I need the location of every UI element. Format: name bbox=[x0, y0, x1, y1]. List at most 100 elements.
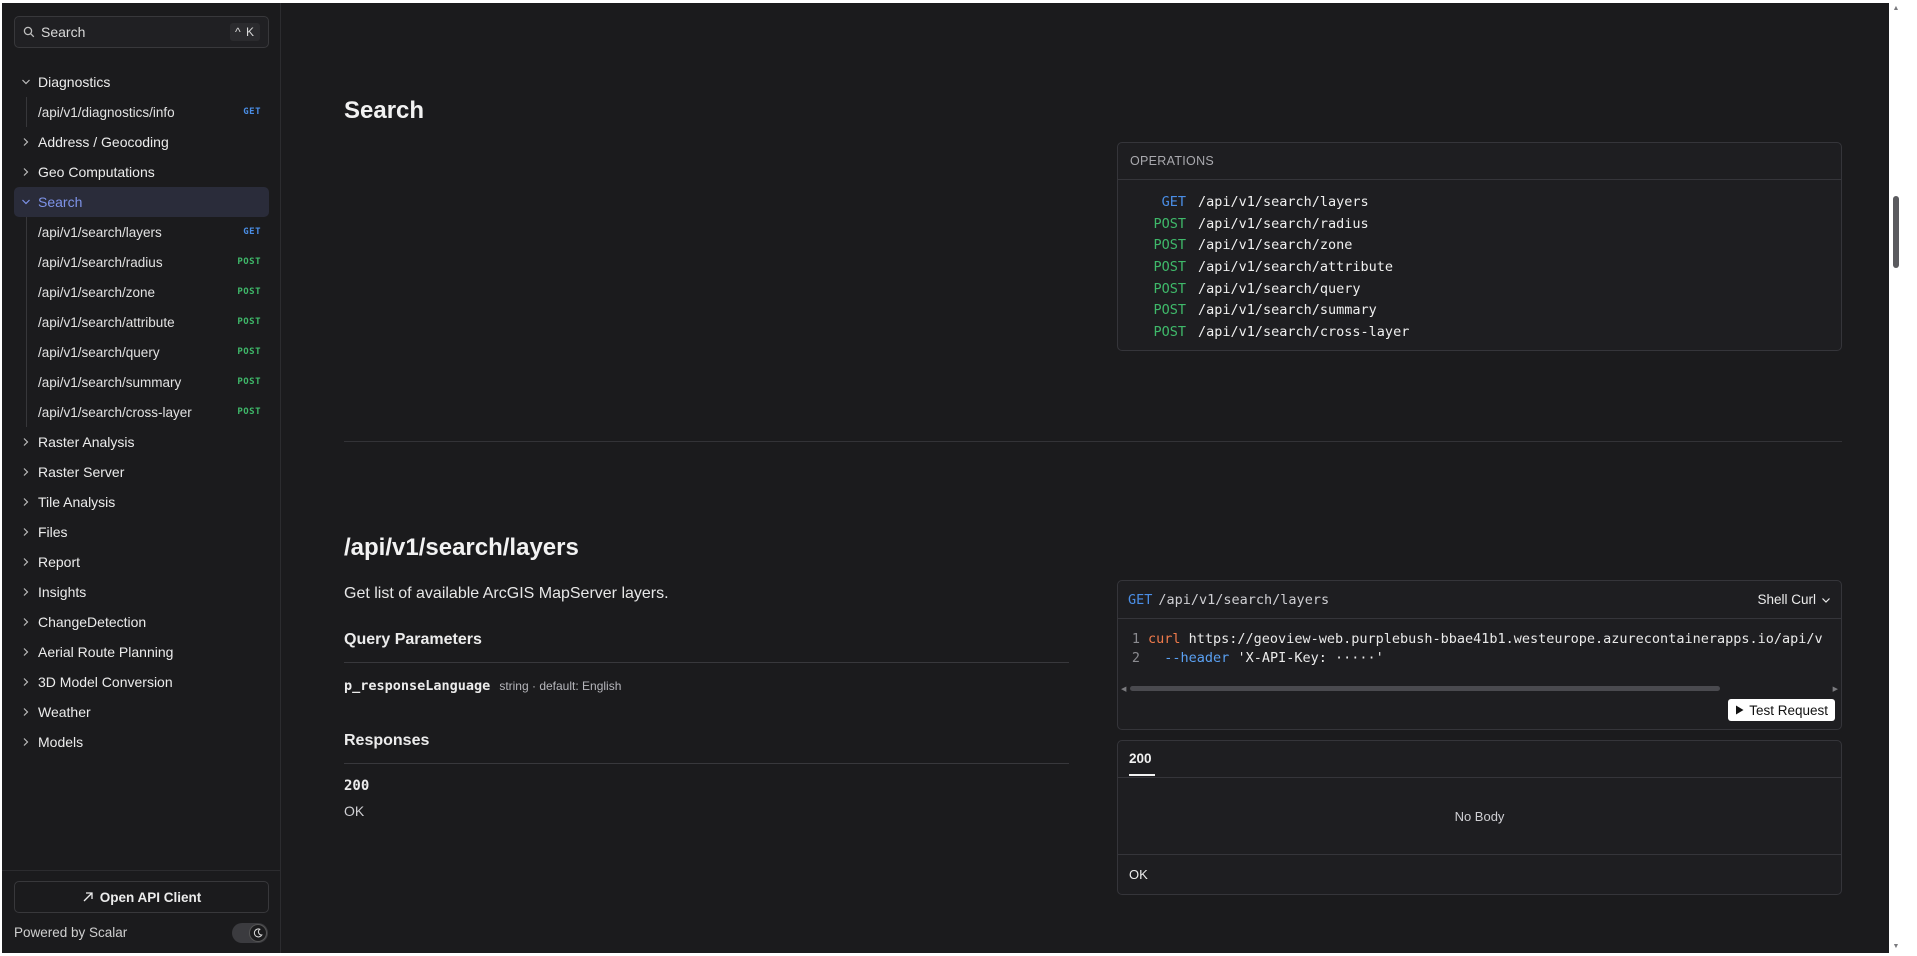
sidebar-endpoint-item[interactable]: /api/v1/search/attribute POST bbox=[14, 307, 269, 337]
operation-row[interactable]: POST/api/v1/search/radius bbox=[1118, 213, 1841, 235]
tab-200[interactable]: 200 bbox=[1129, 751, 1152, 766]
sidebar: Search ^ K Diagnostics/api/v1/diagnostic… bbox=[2, 3, 281, 953]
app-window: Search ^ K Diagnostics/api/v1/diagnostic… bbox=[2, 3, 1903, 953]
scroll-left-icon[interactable]: ◀ bbox=[1121, 685, 1126, 693]
operation-row[interactable]: GET/api/v1/search/layers bbox=[1118, 191, 1841, 213]
sidebar-section-label: Insights bbox=[38, 584, 87, 600]
sidebar-section-geo-computations[interactable]: Geo Computations bbox=[14, 157, 269, 187]
chevron-right-icon bbox=[20, 166, 32, 178]
operation-method: POST bbox=[1153, 323, 1186, 340]
request-method: GET bbox=[1128, 591, 1153, 608]
sidebar-section-insights[interactable]: Insights bbox=[14, 577, 269, 607]
sidebar-endpoint-item[interactable]: /api/v1/search/summary POST bbox=[14, 367, 269, 397]
sidebar-section-label: Raster Analysis bbox=[38, 434, 135, 450]
sidebar-endpoint-item[interactable]: /api/v1/search/radius POST bbox=[14, 247, 269, 277]
section-title: Search bbox=[344, 97, 425, 124]
sidebar-endpoint-path: /api/v1/search/summary bbox=[38, 374, 182, 390]
sidebar-section-models[interactable]: Models bbox=[14, 727, 269, 757]
sidebar-section-aerial-route-planning[interactable]: Aerial Route Planning bbox=[14, 637, 269, 667]
operation-path: /api/v1/search/summary bbox=[1198, 302, 1377, 319]
sidebar-endpoint-item[interactable]: /api/v1/search/layers GET bbox=[14, 217, 269, 247]
response-status-text: OK bbox=[344, 803, 365, 819]
vertical-scrollbar[interactable]: ▲ ▼ bbox=[1889, 3, 1903, 953]
chevron-right-icon bbox=[20, 526, 32, 538]
sidebar-endpoint-path: /api/v1/search/query bbox=[38, 344, 160, 360]
response-footer: OK bbox=[1129, 867, 1148, 882]
test-request-button[interactable]: Test Request bbox=[1728, 699, 1835, 721]
search-placeholder: Search bbox=[41, 24, 86, 40]
chevron-right-icon bbox=[20, 736, 32, 748]
chevron-right-icon bbox=[20, 496, 32, 508]
operation-row[interactable]: POST/api/v1/search/cross-layer bbox=[1118, 321, 1841, 343]
powered-by-scalar: Powered by Scalar bbox=[14, 925, 128, 940]
sidebar-sublist: /api/v1/diagnostics/info GET bbox=[14, 97, 269, 127]
sidebar-section-address-geocoding[interactable]: Address / Geocoding bbox=[14, 127, 269, 157]
sidebar-section-changedetection[interactable]: ChangeDetection bbox=[14, 607, 269, 637]
section-divider bbox=[344, 441, 1842, 442]
sidebar-endpoint-item[interactable]: /api/v1/search/query POST bbox=[14, 337, 269, 367]
sidebar-section-label: Models bbox=[38, 734, 84, 750]
operation-row[interactable]: POST/api/v1/search/query bbox=[1118, 278, 1841, 300]
active-tab-indicator bbox=[1129, 774, 1155, 776]
line-number: 1 bbox=[1131, 631, 1140, 647]
sidebar-endpoint-item[interactable]: /api/v1/search/zone POST bbox=[14, 277, 269, 307]
code-url: https://geoview-web.purplebush-bbae41b1.… bbox=[1188, 631, 1823, 647]
vertical-scrollbar-thumb[interactable] bbox=[1893, 196, 1899, 268]
sidebar-section-weather[interactable]: Weather bbox=[14, 697, 269, 727]
open-api-client-label: Open API Client bbox=[99, 889, 202, 905]
param-meta: string · default: English bbox=[499, 679, 622, 693]
method-badge: POST bbox=[237, 287, 261, 297]
sidebar-endpoint-path: /api/v1/search/cross-layer bbox=[38, 404, 192, 420]
sidebar-section-raster-analysis[interactable]: Raster Analysis bbox=[14, 427, 269, 457]
sidebar-sublist: /api/v1/search/layers GET/api/v1/search/r… bbox=[14, 217, 269, 427]
code-line: 1 curl https://geoview-web.purplebush-bb… bbox=[1118, 631, 1841, 650]
sidebar-section-label: Report bbox=[38, 554, 81, 570]
sidebar-section-raster-server[interactable]: Raster Server bbox=[14, 457, 269, 487]
operation-method: POST bbox=[1153, 237, 1186, 254]
code-line: 2 --header 'X-API-Key: ·····' bbox=[1118, 650, 1841, 669]
moon-icon bbox=[249, 924, 267, 942]
response-tabs: 200 bbox=[1118, 741, 1841, 778]
sidebar-endpoint-item[interactable]: /api/v1/search/cross-layer POST bbox=[14, 397, 269, 427]
scroll-down-icon[interactable]: ▼ bbox=[1892, 943, 1900, 951]
operation-path: /api/v1/search/radius bbox=[1198, 215, 1369, 232]
chevron-down-icon bbox=[20, 76, 32, 88]
code-snippet[interactable]: 1 curl https://geoview-web.purplebush-bb… bbox=[1118, 619, 1841, 669]
sidebar-section-search[interactable]: Search bbox=[14, 187, 269, 217]
operation-method: GET bbox=[1161, 193, 1186, 210]
scroll-right-icon[interactable]: ▶ bbox=[1833, 685, 1838, 693]
sidebar-section-files[interactable]: Files bbox=[14, 517, 269, 547]
responses-rule bbox=[344, 763, 1069, 764]
request-path: /api/v1/search/layers bbox=[1158, 591, 1330, 608]
chevron-right-icon bbox=[20, 136, 32, 148]
sidebar-endpoint-path: /api/v1/search/zone bbox=[38, 284, 156, 300]
code-flag: --header bbox=[1164, 650, 1230, 666]
operation-path: /api/v1/search/zone bbox=[1198, 237, 1353, 254]
chevron-right-icon bbox=[20, 646, 32, 658]
sidebar-section-label: Geo Computations bbox=[38, 164, 155, 180]
language-selector[interactable]: Shell Curl bbox=[1757, 592, 1831, 607]
open-api-client-button[interactable]: Open API Client bbox=[14, 881, 269, 913]
sidebar-endpoint-item[interactable]: /api/v1/diagnostics/info GET bbox=[14, 97, 269, 127]
sidebar-section-3d-model-conversion[interactable]: 3D Model Conversion bbox=[14, 667, 269, 697]
sidebar-section-report[interactable]: Report bbox=[14, 547, 269, 577]
sidebar-section-label: ChangeDetection bbox=[38, 614, 147, 630]
sidebar-section-label: Address / Geocoding bbox=[38, 134, 169, 150]
operation-row[interactable]: POST/api/v1/search/attribute bbox=[1118, 256, 1841, 278]
search-input[interactable]: Search ^ K bbox=[14, 16, 269, 48]
line-number: 2 bbox=[1131, 650, 1140, 666]
response-example-panel: 200 No Body OK bbox=[1117, 740, 1842, 895]
method-badge: POST bbox=[237, 257, 261, 267]
sidebar-section-tile-analysis[interactable]: Tile Analysis bbox=[14, 487, 269, 517]
method-badge: GET bbox=[243, 227, 261, 237]
sidebar-section-diagnostics[interactable]: Diagnostics bbox=[14, 67, 269, 97]
query-parameters-rule bbox=[344, 662, 1069, 663]
theme-toggle[interactable] bbox=[232, 923, 268, 943]
operation-row[interactable]: POST/api/v1/search/summary bbox=[1118, 299, 1841, 321]
main-content: Search OPERATIONS GET/api/v1/search/laye… bbox=[282, 3, 1903, 953]
scroll-up-icon[interactable]: ▲ bbox=[1892, 5, 1900, 13]
operation-row[interactable]: POST/api/v1/search/zone bbox=[1118, 234, 1841, 256]
horizontal-scrollbar[interactable] bbox=[1130, 686, 1720, 691]
operation-method: POST bbox=[1153, 215, 1186, 232]
method-badge: POST bbox=[237, 407, 261, 417]
